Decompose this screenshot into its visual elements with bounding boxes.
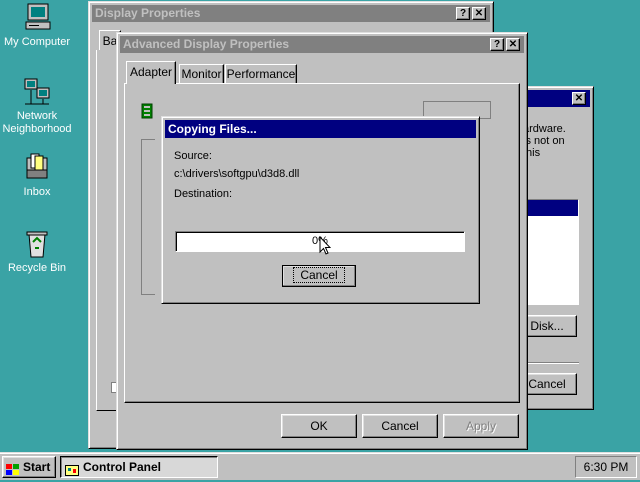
computer-icon — [21, 2, 53, 34]
destination-label: Destination: — [174, 188, 233, 200]
window-title: Advanced Display Properties — [123, 37, 290, 51]
task-label: Control Panel — [83, 460, 162, 474]
driver-list-selected-row[interactable] — [522, 200, 578, 216]
driver-dialog-text-line: is not on — [523, 135, 565, 147]
taskbar: Start Control Panel 6:30 PM — [0, 452, 640, 480]
control-panel-icon — [65, 462, 79, 476]
clock[interactable]: 6:30 PM — [584, 460, 629, 474]
apply-button[interactable]: Apply — [443, 414, 519, 438]
desktop-icon-my-computer[interactable]: My Computer — [0, 2, 74, 48]
window-title: Copying Files... — [168, 122, 257, 136]
cancel-label: Cancel — [293, 267, 345, 283]
inbox-icon — [21, 152, 53, 184]
help-icon[interactable]: ? — [490, 38, 504, 51]
separator — [521, 362, 579, 364]
network-icon — [21, 76, 53, 108]
adapter-groupbox — [141, 139, 155, 295]
source-label: Source: — [174, 150, 212, 162]
desktop-icon-network-neighborhood[interactable]: Network Neighborhood — [0, 76, 74, 136]
copying-titlebar: Copying Files... — [165, 120, 476, 138]
desktop-icon-inbox[interactable]: Inbox — [0, 152, 74, 198]
source-path: c:\drivers\softgpu\d3d8.dll — [174, 168, 300, 180]
help-icon[interactable]: ? — [456, 7, 470, 20]
taskbar-button-control-panel[interactable]: Control Panel — [60, 456, 218, 478]
driver-dialog-text-line: ardware. — [523, 123, 566, 135]
driver-list[interactable] — [521, 199, 579, 305]
mouse-cursor-icon — [319, 235, 332, 259]
desktop-icon-label: Recycle Bin — [7, 262, 67, 274]
copying-files-dialog: Copying Files... Source: c:\drivers\soft… — [161, 116, 480, 304]
tab-monitor[interactable]: Monitor — [179, 64, 224, 83]
recycle-bin-icon — [21, 228, 53, 260]
close-icon[interactable]: ✕ — [572, 92, 586, 105]
tab-label: Monitor — [181, 67, 222, 81]
start-button[interactable]: Start — [2, 456, 56, 478]
copying-cancel-button[interactable]: Cancel — [282, 265, 356, 287]
start-label: Start — [23, 460, 51, 474]
display-properties-titlebar: Display Properties ? ✕ — [92, 5, 490, 22]
desktop-icon-label: My Computer — [3, 36, 71, 48]
desktop-icon-label: Inbox — [23, 186, 51, 198]
windows-logo-icon — [6, 462, 20, 475]
tab-performance[interactable]: Performance — [225, 64, 297, 83]
desktop-icon-label: Network Neighborhood — [2, 110, 72, 135]
system-tray: 6:30 PM — [575, 456, 637, 478]
tab-adapter[interactable]: Adapter — [126, 61, 176, 84]
tab-label: Performance — [226, 67, 296, 81]
window-title: Display Properties — [95, 6, 201, 20]
cancel-button[interactable]: Cancel — [362, 414, 438, 438]
display-adapter-icon — [141, 103, 153, 119]
close-icon[interactable]: ✕ — [472, 7, 486, 20]
close-icon[interactable]: ✕ — [506, 38, 520, 51]
tab-label: Adapter — [129, 65, 173, 79]
desktop-icon-recycle-bin[interactable]: Recycle Bin — [0, 228, 74, 274]
advanced-titlebar: Advanced Display Properties ? ✕ — [120, 36, 524, 53]
ok-button[interactable]: OK — [281, 414, 357, 438]
